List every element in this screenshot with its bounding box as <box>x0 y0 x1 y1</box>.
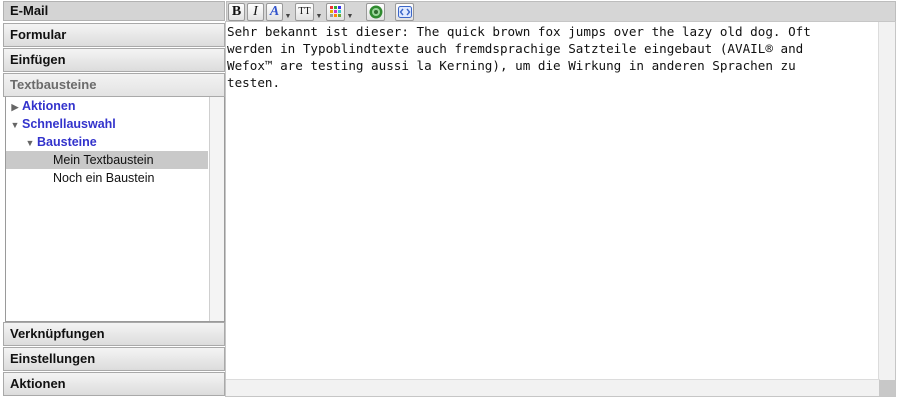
section-email[interactable]: E-Mail <box>3 1 225 21</box>
tree-item-label: Mein Textbaustein <box>53 153 154 167</box>
collapse-arrow-icon[interactable]: ▼ <box>8 116 22 134</box>
section-textbausteine[interactable]: Textbausteine <box>3 73 225 97</box>
tree-item-noch-ein-baustein[interactable]: Noch ein Baustein <box>6 169 154 187</box>
section-aktionen[interactable]: Aktionen <box>3 372 225 396</box>
tree-scrollbar[interactable] <box>209 97 224 321</box>
font-size-button[interactable]: TT <box>295 3 314 21</box>
palette-dropdown-icon[interactable]: ▼ <box>346 13 354 21</box>
section-einstellungen[interactable]: Einstellungen <box>3 347 225 371</box>
section-einfuegen[interactable]: Einfügen <box>3 48 225 72</box>
editor-text[interactable]: Sehr bekannt ist dieser: The quick brown… <box>227 23 873 91</box>
tree-node-label: Aktionen <box>22 99 76 113</box>
sidebar: E-Mail Formular Einfügen Textbausteine ▶… <box>3 1 225 397</box>
editor-toolbar: B I A ▼ TT ▼ ▼ <box>226 1 896 22</box>
source-code-icon[interactable] <box>395 3 414 21</box>
editor-horizontal-scrollbar[interactable] <box>226 379 880 396</box>
font-color-dropdown-icon[interactable]: ▼ <box>284 13 292 21</box>
textbausteine-tree: ▶ Aktionen ▼ Schnellauswahl ▼ Bausteine Mei… <box>5 97 225 322</box>
email-body-editor[interactable]: Sehr bekannt ist dieser: The quick brown… <box>225 21 896 397</box>
editor-vertical-scrollbar[interactable] <box>878 22 895 380</box>
italic-button[interactable]: I <box>247 3 264 21</box>
tree-item-mein-textbaustein[interactable]: Mein Textbaustein <box>6 151 208 169</box>
expand-arrow-icon[interactable]: ▶ <box>8 98 22 116</box>
resize-handle[interactable] <box>879 380 895 396</box>
section-verknuepfungen[interactable]: Verknüpfungen <box>3 322 225 346</box>
font-size-dropdown-icon[interactable]: ▼ <box>315 13 323 21</box>
palette-icon[interactable] <box>326 3 345 21</box>
tree-node-bausteine[interactable]: ▼ Bausteine <box>23 133 97 151</box>
font-color-button[interactable]: A <box>266 3 283 21</box>
tree-node-label: Bausteine <box>37 135 97 149</box>
section-formular[interactable]: Formular <box>3 23 225 47</box>
globe-icon[interactable] <box>366 3 385 21</box>
bold-button[interactable]: B <box>228 3 245 21</box>
tree-item-label: Noch ein Baustein <box>53 171 155 185</box>
tree-node-schnellauswahl[interactable]: ▼ Schnellauswahl <box>8 115 116 133</box>
collapse-arrow-icon[interactable]: ▼ <box>23 134 37 152</box>
tree-node-aktionen[interactable]: ▶ Aktionen <box>8 97 76 116</box>
tree-node-label: Schnellauswahl <box>22 117 116 131</box>
